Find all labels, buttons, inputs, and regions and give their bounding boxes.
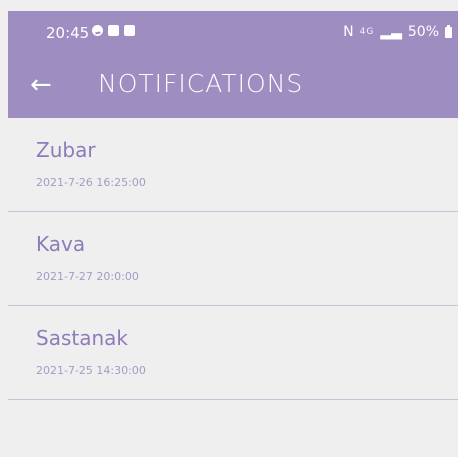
notification-title: Kava	[36, 232, 86, 256]
battery-icon	[445, 24, 452, 38]
signal-icon: ▂▃	[380, 24, 402, 40]
gallery-icon	[108, 25, 119, 36]
messenger-icon	[92, 25, 103, 36]
header: 20:45 N 4G ▂▃ 50% ← NOTIFICATIONS	[8, 11, 458, 118]
page-title: NOTIFICATIONS	[98, 69, 304, 98]
list-item[interactable]: Sastanak 2021-7-25 14:30:00	[8, 306, 458, 400]
network-icon: 4G	[359, 27, 375, 37]
status-bar: 20:45 N 4G ▂▃ 50%	[8, 11, 458, 47]
notification-title: Zubar	[36, 138, 96, 162]
notification-date: 2021-7-27 20:0:00	[36, 270, 139, 283]
notification-title: Sastanak	[36, 326, 128, 350]
app-bar: ← NOTIFICATIONS	[8, 64, 458, 114]
notification-date: 2021-7-26 16:25:00	[36, 176, 146, 189]
status-right: N 4G ▂▃ 50%	[343, 24, 452, 40]
arrow-left-icon[interactable]: ←	[30, 70, 60, 100]
notification-list: Zubar 2021-7-26 16:25:00 Kava 2021-7-27 …	[8, 118, 458, 400]
status-icons	[92, 25, 135, 36]
list-item[interactable]: Kava 2021-7-27 20:0:00	[8, 212, 458, 306]
battery-text: 50%	[407, 24, 439, 40]
notification-date: 2021-7-25 14:30:00	[36, 364, 146, 377]
screen: 20:45 N 4G ▂▃ 50% ← NOTIFICATIONS Zubar …	[8, 0, 458, 457]
check-box-icon	[124, 25, 135, 36]
mute-icon: N	[343, 24, 354, 40]
status-time: 20:45	[46, 24, 90, 42]
list-item[interactable]: Zubar 2021-7-26 16:25:00	[8, 118, 458, 212]
